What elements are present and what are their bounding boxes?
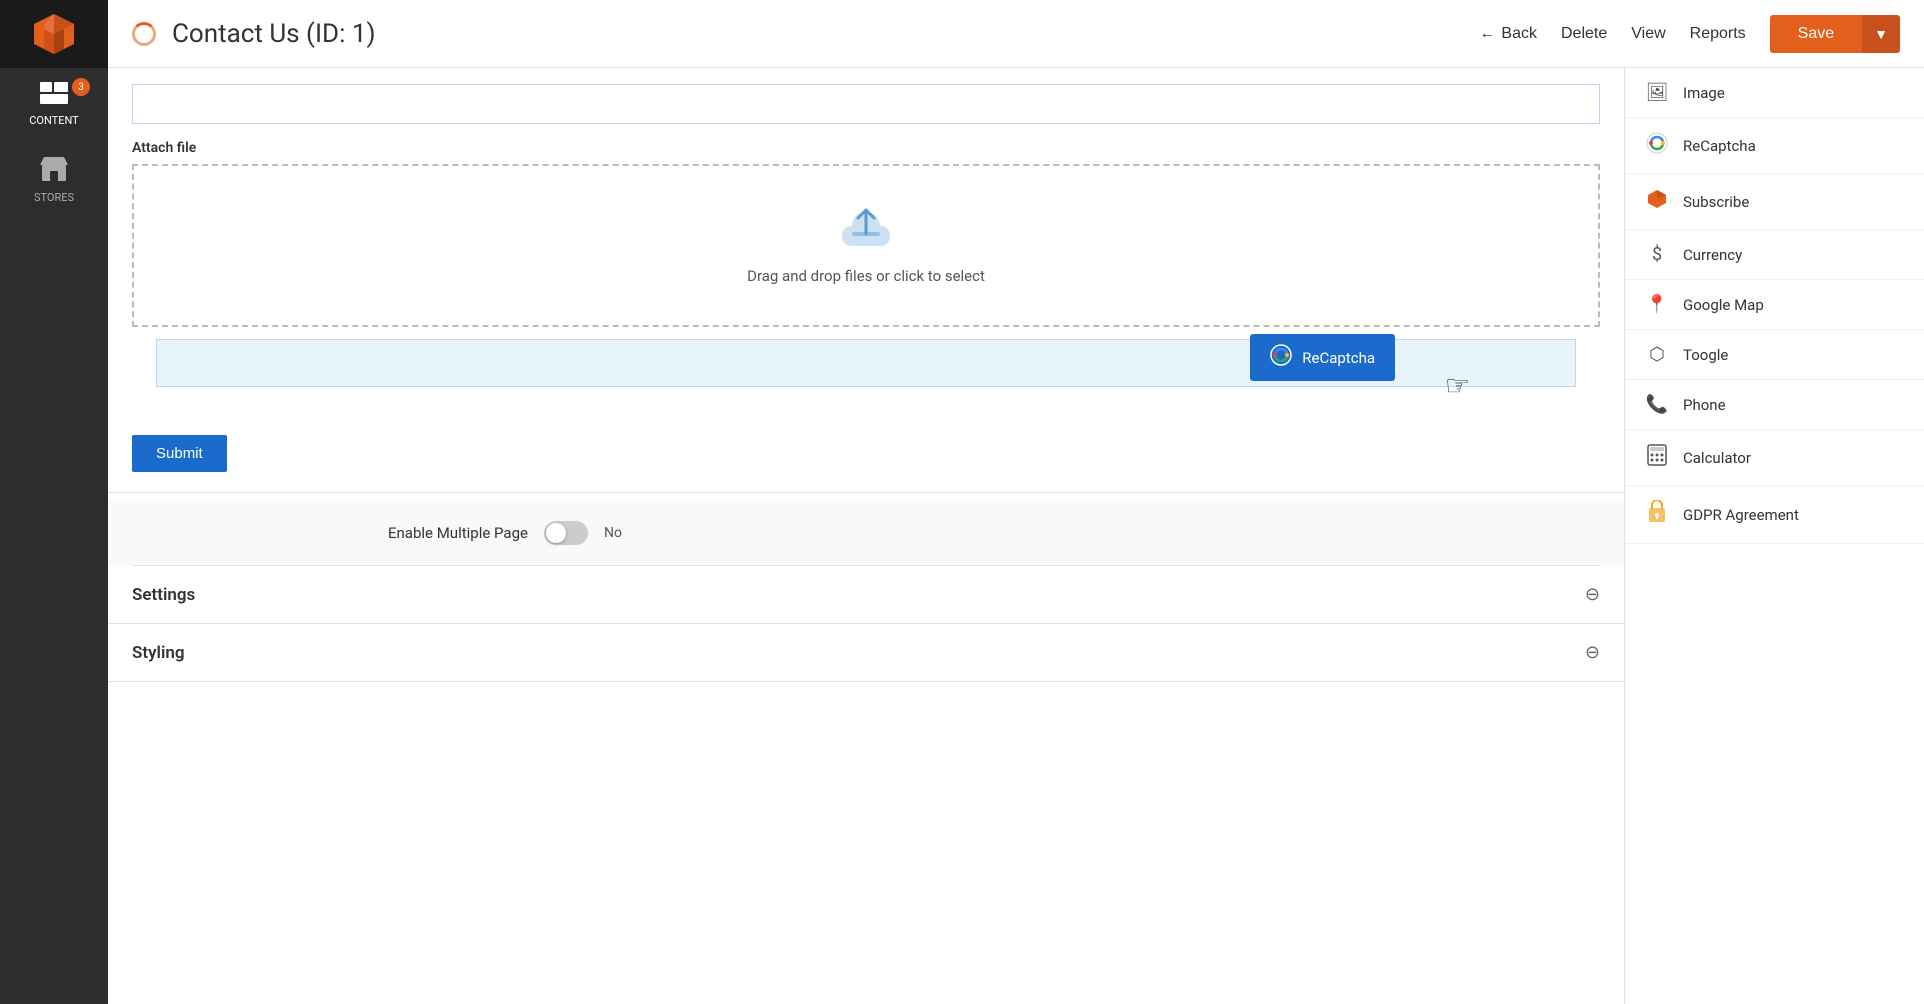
- widget-image-label: Image: [1683, 84, 1725, 102]
- sidebar-stores-label: STORES: [34, 191, 74, 204]
- calculator-icon: [1645, 444, 1669, 471]
- widget-gdpr[interactable]: GDPR Agreement: [1625, 486, 1924, 544]
- loading-spinner: [132, 22, 156, 46]
- widget-image[interactable]: 🖼 Image: [1625, 68, 1924, 118]
- widget-recaptcha[interactable]: ReCaptcha: [1625, 118, 1924, 174]
- widget-calculator-label: Calculator: [1683, 449, 1751, 467]
- widget-google-map[interactable]: 📍 Google Map: [1625, 280, 1924, 330]
- sidebar-content-label: CONTENT: [29, 114, 79, 127]
- styling-title: Styling: [132, 643, 185, 663]
- recaptcha-tooltip-text: ReCaptcha: [1302, 349, 1375, 367]
- toggle-state-label: No: [604, 525, 622, 541]
- settings-title: Settings: [132, 585, 195, 605]
- sidebar-logo: [0, 0, 108, 68]
- recaptcha-widget-icon: [1645, 132, 1669, 159]
- enable-multiple-page-section: Enable Multiple Page No: [108, 501, 1624, 565]
- sidebar-item-stores[interactable]: STORES: [0, 141, 108, 218]
- widget-gdpr-label: GDPR Agreement: [1683, 506, 1799, 524]
- save-button[interactable]: Save: [1770, 15, 1862, 53]
- main-area: Contact Us (ID: 1) ← Back Delete View Re…: [108, 0, 1924, 1004]
- stores-icon: [40, 155, 68, 187]
- upload-icon: [842, 206, 890, 255]
- right-sidebar: 🖼 Image ReCaptcha: [1624, 68, 1924, 1004]
- settings-section[interactable]: Settings ⊖: [108, 566, 1624, 624]
- phone-icon: 📞: [1645, 394, 1669, 415]
- save-button-group: Save ▼: [1770, 15, 1900, 53]
- page-title: Contact Us (ID: 1): [172, 19, 1463, 49]
- settings-chevron-icon: ⊖: [1585, 584, 1600, 605]
- image-icon: 🖼: [1645, 82, 1669, 103]
- widget-toogle-label: Toogle: [1683, 346, 1728, 364]
- file-dropzone[interactable]: Drag and drop files or click to select: [132, 164, 1600, 327]
- gdpr-icon: [1645, 500, 1669, 529]
- main-content: Attach file Drag and drop files or click…: [108, 68, 1624, 1004]
- left-sidebar: CONTENT 3 STORES: [0, 0, 108, 1004]
- toggle-knob: [546, 523, 566, 543]
- cursor-icon: ☞: [1445, 369, 1470, 407]
- save-dropdown-button[interactable]: ▼: [1862, 15, 1900, 53]
- recaptcha-tooltip: ReCaptcha: [1250, 334, 1395, 381]
- widget-currency-label: Currency: [1683, 246, 1742, 264]
- widget-phone-label: Phone: [1683, 396, 1726, 414]
- widget-subscribe[interactable]: Subscribe: [1625, 174, 1924, 230]
- attach-file-label: Attach file: [132, 140, 1600, 156]
- dropzone-text: Drag and drop files or click to select: [747, 267, 985, 285]
- widget-subscribe-label: Subscribe: [1683, 193, 1749, 211]
- widget-calculator[interactable]: Calculator: [1625, 430, 1924, 486]
- currency-icon: $: [1645, 244, 1669, 265]
- map-icon: 📍: [1645, 294, 1669, 315]
- widget-toogle[interactable]: ⬡ Toogle: [1625, 330, 1924, 380]
- recaptcha-tooltip-icon: [1270, 344, 1292, 371]
- styling-section[interactable]: Styling ⊖: [108, 624, 1624, 682]
- content-area: Attach file Drag and drop files or click…: [108, 68, 1924, 1004]
- topbar-actions: ← Back Delete View Reports Save ▼: [1479, 15, 1900, 53]
- subscribe-icon: [1645, 188, 1669, 215]
- topbar: Contact Us (ID: 1) ← Back Delete View Re…: [108, 0, 1924, 68]
- styling-chevron-icon: ⊖: [1585, 642, 1600, 663]
- content-icon: [40, 82, 68, 110]
- widget-google-map-label: Google Map: [1683, 296, 1764, 314]
- toogle-icon: ⬡: [1645, 344, 1669, 365]
- submit-button[interactable]: Submit: [132, 435, 227, 472]
- multiple-page-toggle[interactable]: [544, 521, 588, 545]
- sidebar-item-content[interactable]: CONTENT 3: [0, 68, 108, 141]
- recaptcha-field[interactable]: ReCaptcha: [156, 339, 1576, 387]
- content-badge: 3: [72, 78, 90, 96]
- text-editor-area[interactable]: [132, 84, 1600, 124]
- enable-multiple-page-label: Enable Multiple Page: [388, 524, 528, 542]
- widget-phone[interactable]: 📞 Phone: [1625, 380, 1924, 430]
- reports-button[interactable]: Reports: [1690, 25, 1746, 43]
- back-button[interactable]: ← Back: [1479, 25, 1537, 43]
- widget-recaptcha-label: ReCaptcha: [1683, 137, 1756, 155]
- delete-button[interactable]: Delete: [1561, 25, 1607, 43]
- back-arrow-icon: ←: [1479, 25, 1495, 43]
- widget-currency[interactable]: $ Currency: [1625, 230, 1924, 280]
- view-button[interactable]: View: [1631, 25, 1665, 43]
